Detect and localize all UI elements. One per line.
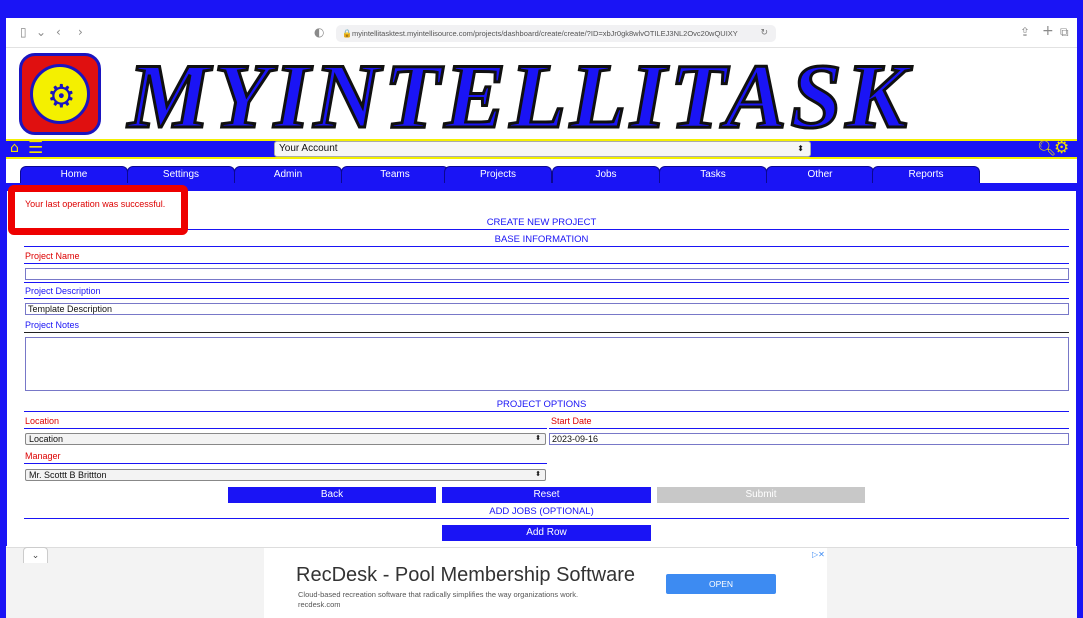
select-arrows-icon: ⬍ bbox=[535, 471, 541, 478]
success-message: Your last operation was successful. bbox=[8, 185, 188, 235]
lock-icon: 🔒 bbox=[342, 29, 352, 38]
divider bbox=[24, 298, 1069, 299]
manager-select[interactable]: Mr. Scottt B Brittton ⬍ bbox=[25, 469, 546, 481]
divider bbox=[549, 428, 1069, 429]
home-icon[interactable]: ⌂ bbox=[10, 140, 19, 156]
ad-choices-icon[interactable]: ▷✕ bbox=[812, 550, 825, 559]
back-button[interactable]: Back bbox=[228, 487, 436, 503]
logo[interactable]: ⚙ bbox=[19, 53, 101, 135]
browser-window: ▯ ⌄ ‹ › ◐ 🔒 myintellitasktest.myintellis… bbox=[6, 18, 1077, 618]
account-bar: ⌂ ☰ Your Account ⬍ 🔍︎ ⚙ bbox=[6, 138, 1077, 159]
divider bbox=[24, 518, 1069, 519]
project-description-input[interactable]: Template Description bbox=[25, 303, 1069, 315]
main-tabs: Home Settings Admin Teams Projects Jobs … bbox=[6, 163, 1077, 183]
divider bbox=[24, 411, 1069, 412]
project-options-heading: PROJECT OPTIONS bbox=[496, 399, 587, 410]
reset-button[interactable]: Reset bbox=[442, 487, 651, 503]
tab-settings[interactable]: Settings bbox=[127, 166, 235, 183]
ad-description: Cloud-based recreation software that rad… bbox=[298, 590, 579, 599]
site-banner: ⚙ MYINTELLITASK bbox=[6, 44, 1077, 149]
sidebar-icon[interactable]: ▯ bbox=[20, 25, 27, 39]
add-row-button[interactable]: Add Row bbox=[442, 525, 651, 541]
manager-label: Manager bbox=[25, 451, 61, 461]
ad-open-button[interactable]: OPEN bbox=[666, 574, 776, 594]
lightbulb-icon: ⚙ bbox=[30, 64, 90, 124]
address-bar[interactable]: 🔒 myintellitasktest.myintellisource.com/… bbox=[336, 25, 776, 42]
tab-other[interactable]: Other bbox=[766, 166, 874, 183]
account-select-value: Your Account bbox=[279, 143, 338, 154]
submit-button[interactable]: Submit bbox=[657, 487, 865, 503]
project-notes-label: Project Notes bbox=[25, 320, 80, 330]
menu-icon[interactable]: ☰ bbox=[28, 138, 43, 158]
url-text: myintellitasktest.myintellisource.com/pr… bbox=[352, 29, 738, 38]
tab-reports[interactable]: Reports bbox=[872, 166, 980, 183]
reload-icon[interactable]: ↻ bbox=[760, 25, 768, 42]
start-date-input[interactable]: 2023-09-16 bbox=[549, 433, 1069, 445]
project-name-input[interactable] bbox=[25, 268, 1069, 280]
ad-domain: recdesk.com bbox=[298, 600, 341, 609]
tabs-icon[interactable]: ⧉ bbox=[1060, 25, 1069, 40]
divider bbox=[24, 463, 547, 464]
back-icon[interactable]: ‹ bbox=[56, 25, 61, 39]
advertisement: RecDesk - Pool Membership Software Cloud… bbox=[6, 547, 1077, 618]
location-label: Location bbox=[25, 416, 60, 426]
forward-icon[interactable]: › bbox=[78, 25, 83, 39]
tab-teams[interactable]: Teams bbox=[341, 166, 449, 183]
start-date-label: Start Date bbox=[551, 416, 592, 426]
tab-projects[interactable]: Projects bbox=[444, 166, 552, 183]
select-arrows-icon: ⬍ bbox=[535, 435, 541, 442]
add-jobs-heading: ADD JOBS (OPTIONAL) bbox=[489, 506, 594, 517]
shield-icon[interactable]: ◐ bbox=[314, 25, 324, 39]
project-description-label: Project Description bbox=[25, 286, 101, 296]
account-select[interactable]: Your Account ⬍ bbox=[274, 141, 811, 157]
success-message-text: Your last operation was successful. bbox=[25, 199, 166, 209]
location-select-value: Location bbox=[29, 434, 64, 444]
brand-title: MYINTELLITASK bbox=[126, 44, 912, 149]
tab-tasks[interactable]: Tasks bbox=[659, 166, 767, 183]
gear-icon[interactable]: ⚙ bbox=[1054, 138, 1069, 158]
page-frame: ▯ ⌄ ‹ › ◐ 🔒 myintellitasktest.myintellis… bbox=[0, 0, 1083, 618]
divider bbox=[24, 263, 1069, 264]
divider bbox=[24, 246, 1069, 247]
tab-jobs[interactable]: Jobs bbox=[552, 166, 660, 183]
chevron-down-icon[interactable]: ⌄ bbox=[23, 547, 48, 563]
select-arrows-icon: ⬍ bbox=[797, 144, 804, 153]
manager-select-value: Mr. Scottt B Brittton bbox=[29, 470, 107, 480]
location-select[interactable]: Location ⬍ bbox=[25, 433, 546, 445]
chevron-down-icon[interactable]: ⌄ bbox=[36, 25, 46, 39]
project-notes-textarea[interactable] bbox=[25, 337, 1069, 391]
base-information-heading: BASE INFORMATION bbox=[494, 234, 589, 245]
project-name-label: Project Name bbox=[25, 251, 80, 261]
divider bbox=[24, 282, 1069, 283]
ad-card[interactable]: RecDesk - Pool Membership Software Cloud… bbox=[264, 548, 827, 618]
divider bbox=[24, 428, 547, 429]
tab-admin[interactable]: Admin bbox=[234, 166, 342, 183]
gear-bulb-icon: ⚙ bbox=[47, 77, 76, 115]
ad-title[interactable]: RecDesk - Pool Membership Software bbox=[296, 564, 635, 587]
tab-home[interactable]: Home bbox=[20, 166, 128, 183]
share-icon[interactable]: ⇪ bbox=[1020, 25, 1030, 39]
divider bbox=[24, 332, 1069, 333]
new-tab-icon[interactable]: + bbox=[1042, 23, 1054, 39]
